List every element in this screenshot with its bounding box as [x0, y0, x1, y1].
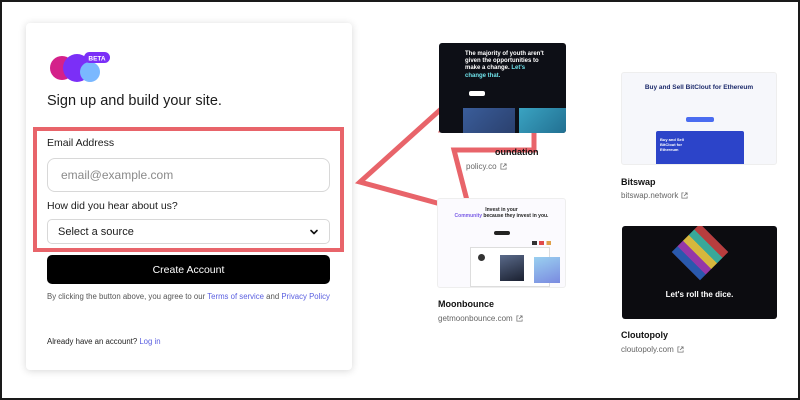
- terms-prefix: By clicking the button above, you agree …: [47, 292, 206, 301]
- email-field[interactable]: [47, 158, 330, 192]
- preview-heading: The majority of youth aren't given the o…: [465, 51, 544, 79]
- preview-screen: Buy and Sell BitClout for Ethereum: [656, 131, 744, 164]
- create-account-button[interactable]: Create Account: [47, 255, 330, 284]
- site-url-foundation[interactable]: policy.co: [466, 162, 507, 171]
- preview-heading: Buy and Sell BitClout for Ethereum: [644, 84, 754, 91]
- preview-heading: Invest in your Community because they in…: [454, 207, 549, 219]
- site-name-foundation[interactable]: oundation: [495, 147, 539, 157]
- site-preview-foundation[interactable]: The majority of youth aren't given the o…: [439, 43, 566, 133]
- site-url-bitswap[interactable]: bitswap.network: [621, 191, 688, 200]
- preview-dots: [532, 241, 556, 245]
- preview-panel: [519, 108, 566, 133]
- privacy-policy-link[interactable]: Privacy Policy: [281, 292, 330, 301]
- terms-of-service-link[interactable]: Terms of service: [207, 292, 264, 301]
- avatar: [478, 254, 485, 261]
- login-prompt: Already have an account? Log in: [47, 337, 161, 346]
- site-preview-bitswap[interactable]: Buy and Sell BitClout for Ethereum Buy a…: [621, 72, 777, 165]
- site-preview-cloutopoly[interactable]: Let's roll the dice.: [622, 226, 777, 319]
- preview-media: [534, 257, 560, 283]
- terms-and: and: [266, 292, 280, 301]
- site-url-moonbounce[interactable]: getmoonbounce.com: [438, 314, 523, 323]
- preview-button: [469, 91, 485, 96]
- preview-screen-text: Buy and Sell BitClout for Ethereum: [660, 137, 685, 152]
- external-link-icon: [677, 345, 684, 353]
- terms-text: By clicking the button above, you agree …: [47, 292, 330, 301]
- page-title: Sign up and build your site.: [47, 93, 222, 109]
- preview-panel: [463, 108, 515, 133]
- logo-icon: BETA: [50, 52, 110, 82]
- beta-badge: BETA: [88, 56, 106, 63]
- signup-card: BETA Sign up and build your site. Email …: [26, 23, 352, 370]
- source-select[interactable]: Select a source: [47, 219, 330, 244]
- external-link-icon: [681, 191, 688, 199]
- site-name-bitswap[interactable]: Bitswap: [621, 177, 656, 187]
- chevron-down-icon: [310, 229, 318, 234]
- login-link[interactable]: Log in: [139, 337, 160, 346]
- login-prompt-text: Already have an account?: [47, 337, 138, 346]
- site-url-cloutopoly[interactable]: cloutopoly.com: [621, 345, 684, 354]
- source-select-value: Select a source: [58, 225, 134, 238]
- preview-dice-art: [671, 226, 729, 281]
- source-label: How did you hear about us?: [47, 200, 178, 212]
- preview-button: [686, 117, 714, 122]
- site-name-moonbounce[interactable]: Moonbounce: [438, 299, 494, 309]
- preview-heading: Let's roll the dice.: [665, 290, 734, 299]
- external-link-icon: [500, 162, 507, 170]
- site-preview-moonbounce[interactable]: Invest in your Community because they in…: [437, 198, 566, 288]
- external-link-icon: [516, 314, 523, 322]
- preview-button: [494, 231, 510, 235]
- site-name-cloutopoly[interactable]: Cloutopoly: [621, 330, 668, 340]
- preview-media: [500, 255, 524, 281]
- email-label: Email Address: [47, 137, 115, 149]
